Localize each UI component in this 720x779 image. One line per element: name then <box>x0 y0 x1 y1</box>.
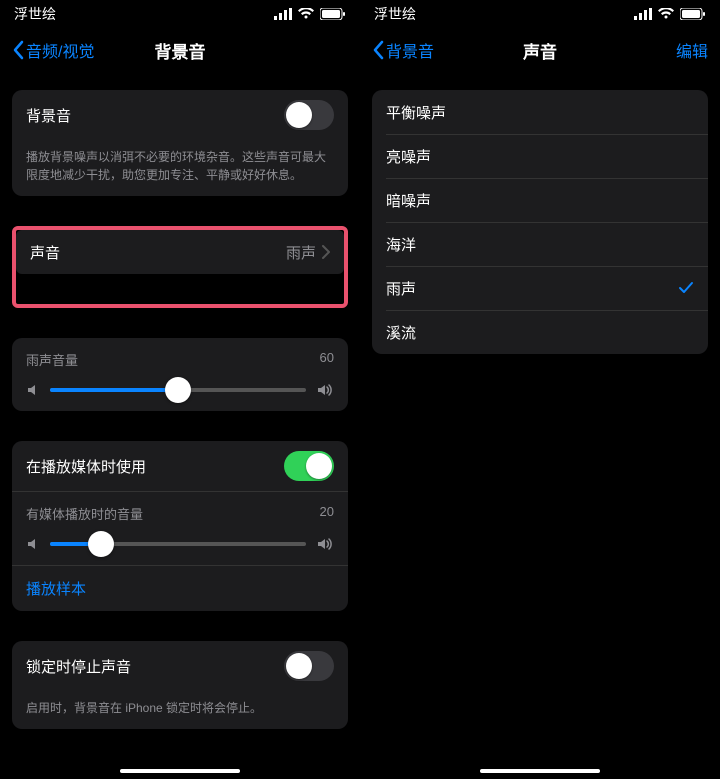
toggle-background-sound[interactable] <box>284 100 334 130</box>
back-label: 音频/视觉 <box>26 38 94 62</box>
status-bar: 浮世绘 <box>360 0 720 28</box>
row-sound[interactable]: 声音 雨声 <box>16 230 344 274</box>
row-label: 在播放媒体时使用 <box>26 456 284 477</box>
group-media: 在播放媒体时使用 有媒体播放时的音量 20 播放样本 <box>12 441 348 611</box>
signal-icon <box>274 8 292 20</box>
row-background-sound[interactable]: 背景音 <box>12 90 348 140</box>
sound-option[interactable]: 溪流 <box>372 310 708 354</box>
row-rain-volume: 雨声音量 60 <box>12 338 348 411</box>
carrier-label: 浮世绘 <box>374 4 416 24</box>
content: 平衡噪声亮噪声暗噪声海洋雨声溪流 <box>360 72 720 779</box>
media-volume-slider[interactable] <box>50 542 306 546</box>
content: 背景音 播放背景噪声以消弭不必要的环境杂音。这些声音可最大限度地减少干扰，助您更… <box>0 72 360 779</box>
volume-low-icon <box>26 383 40 397</box>
group-background-sound: 背景音 播放背景噪声以消弭不必要的环境杂音。这些声音可最大限度地减少干扰，助您更… <box>12 90 348 196</box>
option-label: 海洋 <box>386 234 694 255</box>
home-indicator[interactable] <box>120 769 240 773</box>
wifi-icon <box>298 8 314 20</box>
toggle-stop-when-locked[interactable] <box>284 651 334 681</box>
battery-icon <box>320 8 346 20</box>
nav-bar: 音频/视觉 背景音 <box>0 28 360 72</box>
chevron-left-icon <box>12 40 24 60</box>
row-media-volume: 有媒体播放时的音量 20 <box>12 491 348 565</box>
slider-label: 雨声音量 <box>26 350 78 369</box>
volume-high-icon <box>316 383 334 397</box>
wifi-icon <box>658 8 674 20</box>
status-icons <box>634 8 706 20</box>
toggle-use-when-media[interactable] <box>284 451 334 481</box>
slider-value: 60 <box>320 350 334 369</box>
sound-option[interactable]: 亮噪声 <box>372 134 708 178</box>
slider-value: 20 <box>320 504 334 523</box>
edit-button[interactable]: 编辑 <box>676 38 708 62</box>
carrier-label: 浮世绘 <box>14 4 56 24</box>
sound-option[interactable]: 雨声 <box>372 266 708 310</box>
back-button[interactable]: 音频/视觉 <box>12 38 94 62</box>
sound-option[interactable]: 暗噪声 <box>372 178 708 222</box>
row-stop-when-locked[interactable]: 锁定时停止声音 <box>12 641 348 691</box>
sound-option[interactable]: 平衡噪声 <box>372 90 708 134</box>
sound-option[interactable]: 海洋 <box>372 222 708 266</box>
back-button[interactable]: 背景音 <box>372 38 434 62</box>
check-icon <box>678 280 694 296</box>
chevron-left-icon <box>372 40 384 60</box>
footer-text: 启用时，背景音在 iPhone 锁定时将会停止。 <box>12 691 348 729</box>
status-icons <box>274 8 346 20</box>
row-use-when-media[interactable]: 在播放媒体时使用 <box>12 441 348 491</box>
option-label: 溪流 <box>386 322 694 343</box>
battery-icon <box>680 8 706 20</box>
home-indicator[interactable] <box>480 769 600 773</box>
row-label: 背景音 <box>26 105 284 126</box>
left-screen: 浮世绘 音频/视觉 背景音 背景音 播放背景噪声以消弭不必要的环境杂音。这些声音… <box>0 0 360 779</box>
play-sample-button[interactable]: 播放样本 <box>12 565 348 611</box>
right-screen: 浮世绘 背景音 声音 编辑 平衡噪声亮噪声暗噪声海洋雨声溪流 <box>360 0 720 779</box>
slider-label: 有媒体播放时的音量 <box>26 504 143 523</box>
footer-text: 播放背景噪声以消弭不必要的环境杂音。这些声音可最大限度地减少干扰，助您更加专注、… <box>12 140 348 196</box>
back-label: 背景音 <box>386 38 434 62</box>
signal-icon <box>634 8 652 20</box>
option-label: 暗噪声 <box>386 190 694 211</box>
group-volume: 雨声音量 60 <box>12 338 348 411</box>
sound-options-list: 平衡噪声亮噪声暗噪声海洋雨声溪流 <box>372 90 708 354</box>
group-lock: 锁定时停止声音 启用时，背景音在 iPhone 锁定时将会停止。 <box>12 641 348 729</box>
volume-high-icon <box>316 537 334 551</box>
nav-bar: 背景音 声音 编辑 <box>360 28 720 72</box>
row-detail: 雨声 <box>286 242 316 263</box>
row-label: 锁定时停止声音 <box>26 656 284 677</box>
option-label: 雨声 <box>386 278 678 299</box>
option-label: 平衡噪声 <box>386 102 694 123</box>
row-label: 声音 <box>30 242 286 263</box>
highlight-box: 声音 雨声 <box>12 226 348 308</box>
volume-low-icon <box>26 537 40 551</box>
chevron-right-icon <box>322 245 330 259</box>
volume-slider[interactable] <box>50 388 306 392</box>
status-bar: 浮世绘 <box>0 0 360 28</box>
option-label: 亮噪声 <box>386 146 694 167</box>
